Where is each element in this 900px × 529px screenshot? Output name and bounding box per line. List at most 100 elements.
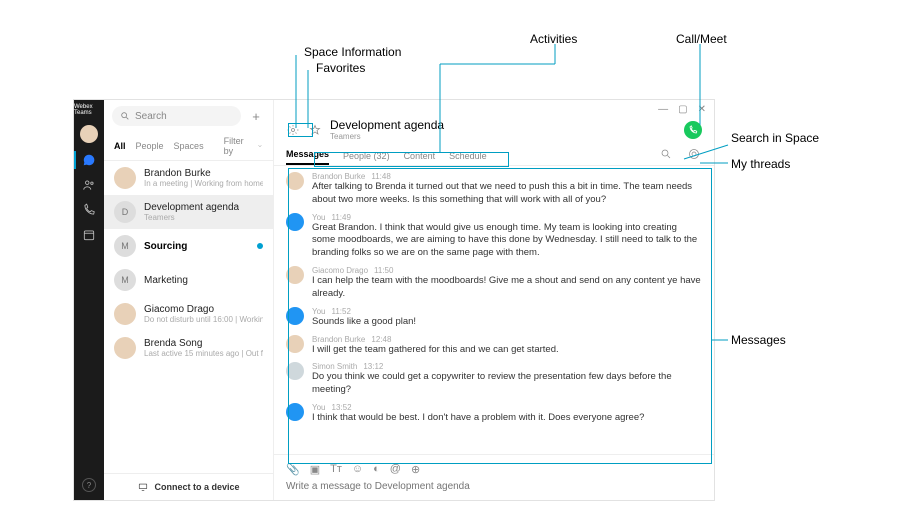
message-sender: Simon Smith — [312, 362, 357, 371]
message-text: Do you think we could get a copywriter t… — [312, 371, 702, 397]
ann-activities: Activities — [530, 32, 577, 46]
space-list-column: Search + All People Spaces Filter by Bra… — [104, 100, 274, 500]
space-item[interactable]: Giacomo DragoDo not disturb until 16:00 … — [104, 297, 273, 331]
window-minimize[interactable]: — — [658, 104, 668, 115]
ann-messages: Messages — [731, 333, 786, 347]
message-text: I will get the team gathered for this an… — [312, 344, 702, 357]
format-icon[interactable]: Tᴛ — [330, 463, 342, 476]
composer-input[interactable] — [286, 481, 702, 492]
message-list: Brandon Burke 11:48After talking to Brend… — [274, 166, 714, 454]
tab-content[interactable]: Content — [404, 147, 436, 165]
conversation-panel: — ▢ ✕ Development agenda Teamers Message… — [274, 100, 714, 500]
message-text: Great Brandon. I think that would give u… — [312, 222, 702, 260]
space-item[interactable]: M Sourcing — [104, 229, 273, 263]
space-item[interactable]: Brandon BurkeIn a meeting | Working from… — [104, 161, 273, 195]
filter-spaces[interactable]: Spaces — [174, 141, 204, 151]
message-time: 11:50 — [374, 266, 393, 275]
space-item[interactable]: Brenda SongLast active 15 minutes ago | … — [104, 331, 273, 365]
message-row: You11:52Sounds like a good plan! — [286, 307, 702, 329]
message-row: Simon Smith 13:12Do you think we could ge… — [286, 362, 702, 397]
composer-toolbar: 📎 ▣ Tᴛ ☺ ◐ @ ⊕ — [286, 459, 702, 480]
tab-schedule[interactable]: Schedule — [449, 147, 487, 165]
message-avatar — [286, 172, 304, 190]
settings-icon[interactable] — [286, 123, 300, 137]
space-status: In a meeting | Working from home 🏠 — [144, 179, 263, 188]
tab-messages[interactable]: Messages — [286, 145, 329, 165]
message-avatar — [286, 403, 304, 421]
space-status: Teamers — [144, 213, 239, 222]
attach-icon[interactable]: 📎 — [286, 463, 300, 476]
message-sender: Brandon Burke — [312, 172, 365, 181]
search-input[interactable]: Search — [112, 106, 241, 126]
screenshot-icon[interactable]: ▣ — [310, 463, 320, 476]
message-sender: Giacomo Drago — [312, 266, 368, 275]
space-name: Brandon Burke — [144, 168, 263, 179]
call-button[interactable] — [684, 121, 702, 139]
ann-space-info: Space Information — [304, 45, 401, 59]
message-time: 13:12 — [363, 362, 383, 371]
message-row: You 11:49Great Brandon. I think that woul… — [286, 213, 702, 260]
avatar: M — [114, 235, 136, 257]
avatar: D — [114, 201, 136, 223]
message-sender: You — [312, 403, 326, 412]
space-name: Sourcing — [144, 241, 187, 252]
more-icon[interactable]: ⊕ — [411, 463, 420, 476]
new-space-button[interactable]: + — [247, 107, 265, 125]
avatar — [114, 167, 136, 189]
message-time: 11:49 — [332, 213, 351, 222]
teams-icon[interactable] — [81, 177, 97, 193]
window-close[interactable]: ✕ — [698, 104, 706, 115]
message-time: 11:48 — [371, 172, 390, 181]
emoji-icon[interactable]: ☺ — [352, 463, 363, 476]
window-maximize[interactable]: ▢ — [678, 104, 687, 115]
avatar — [114, 337, 136, 359]
filter-all[interactable]: All — [114, 141, 126, 151]
my-threads-icon[interactable] — [688, 148, 702, 162]
tab-people[interactable]: People (32) — [343, 147, 390, 165]
message-avatar — [286, 335, 304, 353]
space-item[interactable]: MMarketing — [104, 263, 273, 297]
search-icon — [120, 111, 130, 121]
connect-device-button[interactable]: Connect to a device — [104, 473, 273, 500]
space-name: Marketing — [144, 275, 188, 286]
gif-icon[interactable]: ◐ — [373, 463, 380, 476]
search-in-space-icon[interactable] — [660, 148, 674, 162]
message-row: Brandon Burke 12:48I will get the team ga… — [286, 335, 702, 357]
space-list: Brandon BurkeIn a meeting | Working from… — [104, 161, 273, 473]
list-filter-row: All People Spaces Filter by — [104, 132, 273, 161]
unread-dot — [257, 243, 263, 249]
message-avatar — [286, 362, 304, 380]
space-header: Development agenda Teamers — [274, 118, 714, 145]
user-avatar[interactable] — [80, 125, 98, 143]
app-title: Webex Teams — [74, 104, 104, 116]
message-time: 11:52 — [332, 307, 351, 316]
filter-people[interactable]: People — [136, 141, 164, 151]
space-item[interactable]: DDevelopment agendaTeamers — [104, 195, 273, 229]
message-avatar — [286, 307, 304, 325]
space-name: Giacomo Drago — [144, 304, 263, 315]
mention-icon[interactable]: @ — [390, 463, 401, 476]
message-sender: Brandon Burke — [312, 335, 365, 344]
avatar — [114, 303, 136, 325]
calls-icon[interactable] — [81, 202, 97, 218]
space-status: Do not disturb until 16:00 | Working fro… — [144, 315, 263, 324]
chat-icon[interactable] — [81, 152, 97, 168]
favorite-icon[interactable] — [308, 123, 322, 137]
search-placeholder: Search — [135, 111, 167, 122]
ann-my-threads: My threads — [731, 157, 790, 171]
ann-call-meet: Call/Meet — [676, 32, 727, 46]
message-sender: You — [312, 213, 326, 222]
message-avatar — [286, 266, 304, 284]
device-icon — [137, 482, 149, 492]
filter-by-button[interactable]: Filter by — [224, 136, 248, 156]
help-icon[interactable]: ? — [82, 478, 96, 492]
space-name: Brenda Song — [144, 338, 263, 349]
calendar-icon[interactable] — [81, 227, 97, 243]
space-title: Development agenda — [330, 118, 444, 132]
message-row: You13:52I think that would be best. I do… — [286, 403, 702, 425]
message-text: After talking to Brenda it turned out th… — [312, 181, 702, 207]
chevron-down-icon — [257, 142, 263, 150]
message-avatar — [286, 213, 304, 231]
ann-favorites: Favorites — [316, 61, 365, 75]
message-time: 12:48 — [371, 335, 391, 344]
